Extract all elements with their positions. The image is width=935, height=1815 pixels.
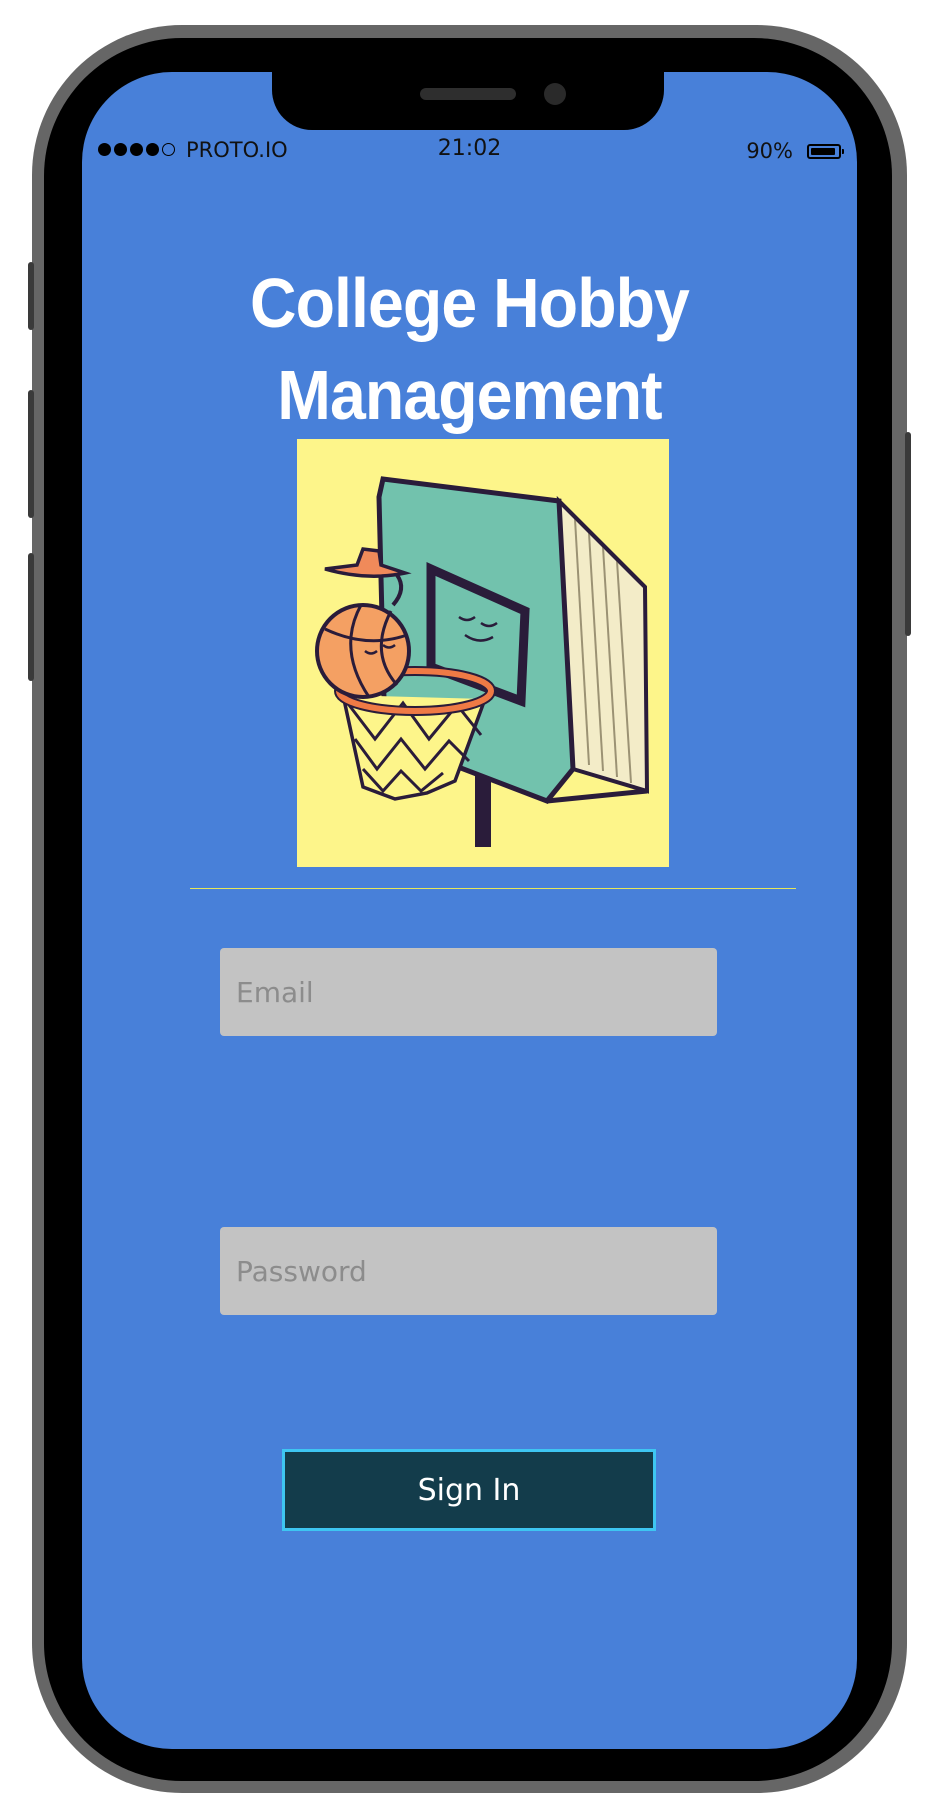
mute-switch bbox=[28, 262, 34, 330]
app-screen: PROTO.IO 21:02 90% College Hobby Managem… bbox=[82, 72, 857, 1749]
power-button bbox=[905, 432, 911, 636]
volume-up-button bbox=[28, 390, 34, 518]
sign-in-button[interactable]: Sign In bbox=[282, 1449, 656, 1531]
status-time: 21:02 bbox=[437, 136, 502, 161]
status-bar: PROTO.IO 21:02 90% bbox=[82, 134, 857, 170]
email-input[interactable] bbox=[220, 948, 717, 1036]
front-camera bbox=[544, 83, 566, 105]
divider-line bbox=[190, 888, 796, 889]
password-input[interactable] bbox=[220, 1227, 717, 1315]
basketball-hoop-book-icon bbox=[297, 439, 669, 867]
app-title-line-2: Management bbox=[277, 356, 662, 434]
battery-icon bbox=[807, 144, 844, 159]
speaker-grille bbox=[420, 88, 516, 100]
volume-down-button bbox=[28, 553, 34, 681]
battery-percent: 90% bbox=[746, 139, 793, 163]
app-title-line-1: College Hobby bbox=[250, 264, 690, 342]
app-title: College Hobby Management bbox=[113, 257, 826, 441]
phone-notch bbox=[272, 72, 664, 130]
